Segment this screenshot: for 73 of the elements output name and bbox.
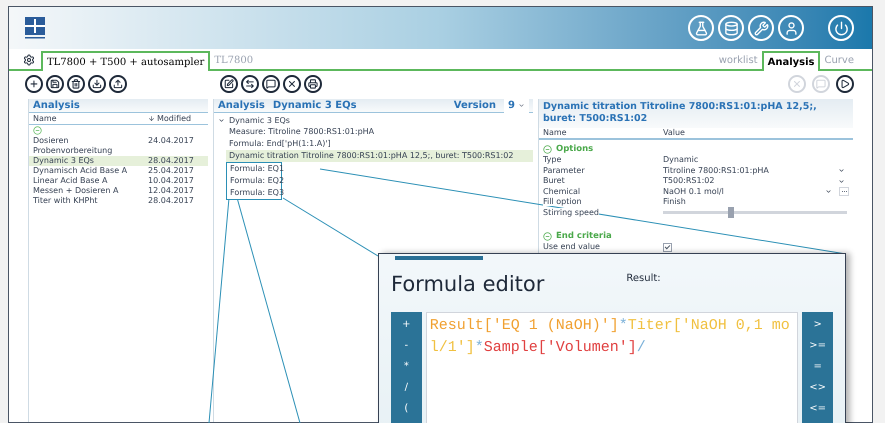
editor-title: Formula editor — [391, 272, 544, 296]
column-header: Value — [663, 127, 685, 139]
analysis-row[interactable]: Dynamic 3 EQs 28.04.2017 — [29, 156, 208, 166]
message-icon[interactable] — [262, 75, 280, 93]
property-name: Stirring speed — [543, 208, 599, 216]
print-icon[interactable] — [304, 75, 322, 93]
download-icon[interactable] — [88, 75, 106, 93]
result-label: Result: — [626, 272, 661, 286]
operator-button[interactable]: <= — [802, 398, 834, 419]
group-label: Options — [556, 143, 594, 155]
save-icon[interactable] — [46, 75, 64, 93]
slider-thumb[interactable] — [728, 207, 734, 218]
property-select[interactable]: NaOH 0.1 mol/l — [663, 186, 836, 197]
property-value: Finish — [663, 197, 686, 208]
property-name: Chemical — [543, 186, 580, 196]
operator-button[interactable]: - — [391, 335, 422, 356]
delete-icon[interactable] — [67, 75, 85, 93]
device-tab[interactable]: TL7800 + T500 + autosampler — [41, 51, 210, 71]
close-icon[interactable] — [283, 75, 301, 93]
panel-title: Analysis — [218, 99, 265, 113]
power-icon[interactable] — [828, 15, 854, 41]
column-header: Name — [543, 127, 568, 139]
operator-button[interactable]: <> — [802, 377, 834, 398]
edit-icon[interactable] — [220, 75, 238, 93]
property-name: Buret — [543, 176, 565, 185]
caret-icon — [518, 102, 525, 109]
operator-button[interactable]: ( — [391, 398, 422, 419]
property-name: Parameter — [543, 166, 585, 174]
panel-title: Analysis — [33, 99, 80, 113]
logo-icon — [25, 17, 45, 39]
property-select[interactable]: Titroline 7800:RS1:01:pHA — [663, 166, 849, 176]
version-select[interactable]: 9 — [504, 98, 529, 113]
browse-button[interactable] — [839, 187, 849, 196]
operator-button[interactable]: + — [391, 314, 422, 335]
checkbox[interactable] — [663, 242, 672, 252]
sort-icon[interactable] — [148, 115, 155, 122]
operator-button[interactable]: / — [391, 377, 422, 398]
property-name: Use end value — [543, 242, 600, 251]
add-icon[interactable] — [25, 75, 43, 93]
operator-button[interactable]: * — [391, 356, 422, 377]
version-label: Version — [454, 99, 496, 113]
collapse-icon[interactable] — [543, 232, 552, 240]
database-icon[interactable] — [718, 15, 744, 41]
panel-title: Dynamic titration Titroline 7800:RS1:01:pHA 12,5;, buret: T500:RS1:02 — [543, 101, 818, 126]
swap-icon[interactable] — [241, 75, 259, 93]
upload-icon[interactable] — [109, 75, 127, 93]
tools-icon[interactable] — [748, 15, 774, 41]
collapse-icon[interactable] — [543, 144, 552, 154]
property-select[interactable]: T500:RS1:02 — [663, 176, 849, 186]
column-header: Name — [33, 112, 58, 124]
settings-icon[interactable] — [23, 54, 35, 66]
user-icon[interactable] — [778, 15, 804, 41]
method-name: Dynamic 3 EQs — [272, 99, 357, 113]
operator-button[interactable]: > — [802, 314, 834, 335]
analysis-row[interactable]: Titer with KHPht 28.04.2017 — [29, 196, 208, 206]
column-header: Modified — [157, 112, 192, 124]
analysis-row[interactable]: Messen + Dosieren A 12.04.2017 — [29, 186, 208, 196]
analysis-row[interactable]: Linear Acid Base A 10.04.2017 — [29, 176, 208, 186]
tree-item[interactable]: Dynamic 3 EQs — [229, 115, 290, 126]
property-value: Dynamic — [663, 155, 698, 166]
property-name: Fill option — [543, 197, 582, 206]
flask-icon[interactable] — [688, 15, 714, 41]
analysis-row[interactable]: Dosieren Probenvorbereitung 24.04.2017 — [29, 136, 208, 156]
operator-button[interactable]: = — [802, 356, 834, 377]
group-label: End criteria — [556, 230, 612, 242]
tree-item[interactable]: Dynamic titration Titroline 7800:RS1:01:pHA 12,5;, buret: T500:RS1:02 — [226, 150, 533, 162]
operator-button[interactable]: >= — [802, 335, 834, 356]
analysis-row[interactable]: Dynamisch Acid Base A 25.04.2017 — [29, 166, 208, 176]
play-icon[interactable] — [836, 75, 854, 93]
formula-field[interactable]: Result['EQ 1 (NaOH)']*Titer['NaOH 0,1 mol/1']*Sample['Volumen']/ — [426, 312, 798, 423]
view-tab[interactable]: Analysis — [762, 51, 820, 71]
expand-icon[interactable] — [218, 117, 225, 124]
property-name: Type — [543, 155, 562, 164]
